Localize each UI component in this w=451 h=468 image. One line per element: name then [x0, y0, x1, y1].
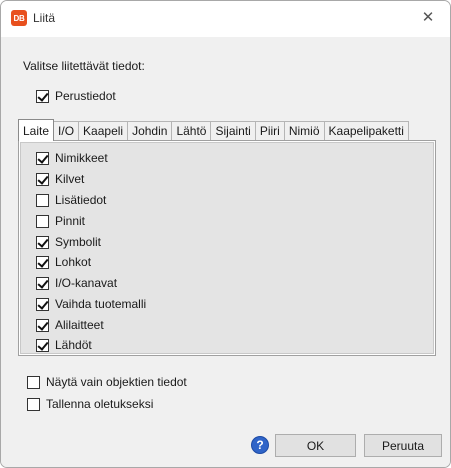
tab-nimio[interactable]: Nimiö	[283, 121, 325, 140]
item-checkbox[interactable]	[36, 338, 49, 352]
item-label: Symbolit	[55, 235, 102, 249]
select-label: Valitse liitettävät tiedot:	[23, 59, 145, 73]
item-checkbox[interactable]	[36, 318, 49, 332]
list-item[interactable]: Symbolit	[36, 235, 101, 249]
ok-button[interactable]: OK	[275, 434, 356, 457]
dialog-body: Valitse liitettävät tiedot: Perustiedot …	[1, 37, 450, 467]
tab-sijainti[interactable]: Sijainti	[210, 121, 256, 140]
tab-piiri[interactable]: Piiri	[254, 121, 285, 140]
dialog-window: DB Liitä ✕ Valitse liitettävät tiedot: P…	[0, 0, 451, 468]
close-button[interactable]: ✕	[406, 1, 450, 33]
list-item[interactable]: Lohkot	[36, 255, 91, 269]
tab-johdin[interactable]: Johdin	[127, 121, 173, 140]
tab-kaapelipaketti[interactable]: Kaapelipaketti	[323, 121, 409, 140]
item-label: Lähdöt	[55, 338, 92, 352]
tab-io[interactable]: I/O	[53, 121, 80, 140]
tab-bar: Laite I/O Kaapeli Johdin Lähtö Sijainti …	[18, 119, 409, 141]
list-item[interactable]: Kilvet	[36, 172, 84, 186]
tab-laite[interactable]: Laite	[18, 119, 55, 141]
window-title: Liitä	[33, 11, 56, 25]
item-list: Nimikkeet Kilvet Lisätiedot Pinnit Symbo…	[20, 142, 434, 354]
title-bar: DB Liitä ✕	[1, 1, 450, 37]
item-checkbox[interactable]	[36, 151, 49, 165]
only-objects-option[interactable]: Näytä vain objektien tiedot	[27, 375, 187, 389]
item-label: Alilaitteet	[55, 318, 104, 332]
item-label: Lohkot	[55, 255, 92, 269]
basic-info-label: Perustiedot	[55, 89, 116, 103]
item-label: Lisätiedot	[55, 193, 107, 207]
help-icon[interactable]: ?	[251, 436, 269, 454]
item-label: I/O-kanavat	[55, 276, 118, 290]
list-item[interactable]: Pinnit	[36, 214, 85, 228]
tab-lahto[interactable]: Lähtö	[171, 121, 212, 140]
item-checkbox[interactable]	[36, 235, 49, 249]
save-default-checkbox[interactable]	[27, 397, 40, 411]
item-checkbox[interactable]	[36, 255, 49, 269]
only-objects-checkbox[interactable]	[27, 375, 40, 389]
only-objects-label: Näytä vain objektien tiedot	[46, 375, 187, 389]
close-icon: ✕	[421, 9, 435, 26]
list-item[interactable]: I/O-kanavat	[36, 276, 117, 290]
tab-panel: Nimikkeet Kilvet Lisätiedot Pinnit Symbo…	[18, 140, 436, 356]
save-default-option[interactable]: Tallenna oletukseksi	[27, 397, 153, 411]
save-default-label: Tallenna oletukseksi	[46, 397, 154, 411]
item-checkbox[interactable]	[36, 297, 49, 311]
item-label: Nimikkeet	[55, 151, 108, 165]
item-checkbox[interactable]	[36, 276, 49, 290]
item-checkbox[interactable]	[36, 193, 49, 207]
list-item[interactable]: Vaihda tuotemalli	[36, 297, 146, 311]
list-item[interactable]: Nimikkeet	[36, 151, 108, 165]
list-item[interactable]: Alilaitteet	[36, 318, 104, 332]
basic-info-option[interactable]: Perustiedot	[36, 89, 116, 103]
cancel-button[interactable]: Peruuta	[364, 434, 442, 457]
app-icon: DB	[11, 10, 27, 26]
item-label: Vaihda tuotemalli	[55, 297, 147, 311]
item-checkbox[interactable]	[36, 172, 49, 186]
list-item[interactable]: Lisätiedot	[36, 193, 106, 207]
item-checkbox[interactable]	[36, 214, 49, 228]
item-label: Kilvet	[55, 172, 85, 186]
basic-info-checkbox[interactable]	[36, 89, 49, 103]
item-label: Pinnit	[55, 214, 86, 228]
list-item[interactable]: Lähdöt	[36, 338, 92, 352]
tab-kaapeli[interactable]: Kaapeli	[78, 121, 129, 140]
